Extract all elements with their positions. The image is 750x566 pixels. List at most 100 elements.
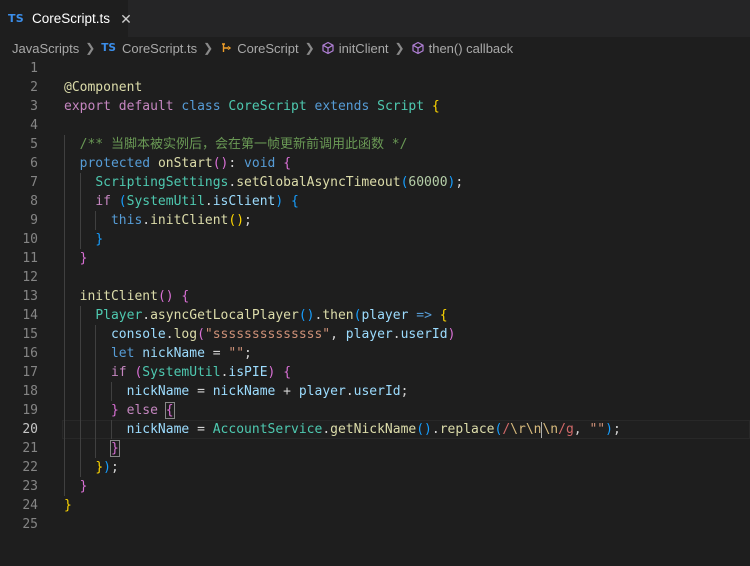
code-token: = bbox=[204, 346, 229, 361]
code-token: nickName bbox=[126, 422, 190, 437]
code-line[interactable]: 7 ScriptingSettings.setGlobalAsyncTimeou… bbox=[0, 173, 750, 192]
code-token: ( bbox=[118, 194, 127, 209]
code-token: initClient bbox=[150, 213, 229, 228]
code-token: } bbox=[95, 460, 104, 475]
code-token: then bbox=[322, 308, 354, 323]
tab-bar: TS CoreScript.ts ✕ bbox=[0, 0, 750, 37]
code-token: . bbox=[142, 213, 151, 228]
code-token: getNickName bbox=[330, 422, 417, 437]
code-line[interactable]: 4 bbox=[0, 116, 750, 135]
code-editor[interactable]: 1 2 @Component 3 export default class CoreSc… bbox=[0, 59, 750, 534]
line-number: 5 bbox=[30, 137, 38, 152]
line-number: 15 bbox=[22, 327, 38, 342]
code-line[interactable]: 13 initClient() { bbox=[0, 287, 750, 306]
code-line[interactable]: 22 }); bbox=[0, 458, 750, 477]
code-token: } bbox=[109, 440, 120, 457]
line-number: 1 bbox=[30, 61, 38, 76]
breadcrumb-folder[interactable]: JavaScripts bbox=[12, 41, 79, 56]
tab-corescript[interactable]: TS CoreScript.ts ✕ bbox=[0, 0, 132, 37]
chevron-right-icon: ❯ bbox=[85, 41, 96, 55]
breadcrumb-file[interactable]: CoreScript.ts bbox=[122, 41, 197, 56]
code-line[interactable]: 9 this.initClient(); bbox=[0, 211, 750, 230]
code-text: } else { bbox=[64, 401, 175, 420]
code-text: nickName = AccountService.getNickName().… bbox=[64, 420, 621, 439]
line-number: 24 bbox=[22, 498, 38, 513]
code-token: nickName bbox=[126, 384, 190, 399]
code-token: ; bbox=[455, 175, 464, 190]
code-line[interactable]: 18 nickName = nickName + player.userId; bbox=[0, 382, 750, 401]
code-token: extends bbox=[314, 99, 370, 114]
breadcrumb-callback[interactable]: then() callback bbox=[429, 41, 514, 56]
code-line[interactable]: 14 Player.asyncGetLocalPlayer().then(pla… bbox=[0, 306, 750, 325]
code-line[interactable]: 3 export default class CoreScript extends… bbox=[0, 97, 750, 116]
code-text: } bbox=[64, 439, 120, 458]
code-line[interactable]: 15 console.log("ssssssssssssss", player.… bbox=[0, 325, 750, 344]
breadcrumb-method[interactable]: initClient bbox=[339, 41, 389, 56]
chevron-right-icon: ❯ bbox=[304, 41, 315, 55]
code-token: Script bbox=[377, 99, 425, 114]
code-line[interactable]: 17 if (SystemUtil.isPIE) { bbox=[0, 363, 750, 382]
line-number: 17 bbox=[22, 365, 38, 380]
code-line[interactable]: 2 @Component bbox=[0, 78, 750, 97]
code-token: = bbox=[189, 384, 213, 399]
code-line[interactable]: 6 protected onStart(): void { bbox=[0, 154, 750, 173]
code-text: if (SystemUtil.isClient) { bbox=[64, 192, 299, 211]
line-number: 4 bbox=[30, 118, 38, 133]
code-token: = bbox=[189, 422, 213, 437]
code-line[interactable]: 20 nickName = AccountService.getNickName… bbox=[0, 420, 750, 439]
line-number: 14 bbox=[22, 308, 38, 323]
code-token: asyncGetLocalPlayer bbox=[150, 308, 299, 323]
code-line[interactable]: 11 } bbox=[0, 249, 750, 268]
close-icon[interactable]: ✕ bbox=[120, 12, 132, 26]
code-token: . bbox=[204, 194, 213, 209]
code-token: ; bbox=[244, 346, 252, 361]
line-number: 11 bbox=[22, 251, 38, 266]
code-text: console.log("ssssssssssssss", player.use… bbox=[64, 325, 455, 344]
method-cube-icon bbox=[411, 41, 425, 55]
code-token: void bbox=[244, 156, 276, 171]
line-number: 6 bbox=[30, 156, 38, 171]
code-line[interactable]: 23 } bbox=[0, 477, 750, 496]
code-line[interactable]: 12 bbox=[0, 268, 750, 287]
code-token: else bbox=[126, 403, 158, 418]
line-number: 25 bbox=[22, 517, 38, 532]
code-token: "" bbox=[589, 422, 606, 437]
code-token: () bbox=[228, 213, 245, 228]
code-line[interactable]: 5 /** 当脚本被实例后，会在第一帧更新前调用此函数 */ bbox=[0, 135, 750, 154]
code-token: this bbox=[110, 213, 143, 228]
code-text: Player.asyncGetLocalPlayer().then(player… bbox=[64, 306, 447, 325]
code-line[interactable]: 19 } else { bbox=[0, 401, 750, 420]
code-line[interactable]: 8 if (SystemUtil.isClient) { bbox=[0, 192, 750, 211]
code-token: "" bbox=[228, 346, 245, 361]
breadcrumb-class[interactable]: CoreScript bbox=[237, 41, 298, 56]
code-line[interactable]: 10 } bbox=[0, 230, 750, 249]
code-token: ) bbox=[605, 422, 613, 437]
code-token: : bbox=[228, 156, 245, 171]
code-token: isClient bbox=[212, 194, 276, 209]
code-line[interactable]: 1 bbox=[0, 59, 750, 78]
code-line[interactable]: 24} bbox=[0, 496, 750, 515]
method-cube-icon bbox=[321, 41, 335, 55]
line-number: 10 bbox=[22, 232, 38, 247]
code-line[interactable]: 16 let nickName = ""; bbox=[0, 344, 750, 363]
code-line[interactable]: 25 bbox=[0, 515, 750, 534]
code-line[interactable]: 21 } bbox=[0, 439, 750, 458]
line-number: 7 bbox=[30, 175, 38, 190]
code-text: }); bbox=[64, 458, 118, 477]
code-token: ( bbox=[197, 327, 205, 342]
code-token: , bbox=[573, 422, 590, 437]
